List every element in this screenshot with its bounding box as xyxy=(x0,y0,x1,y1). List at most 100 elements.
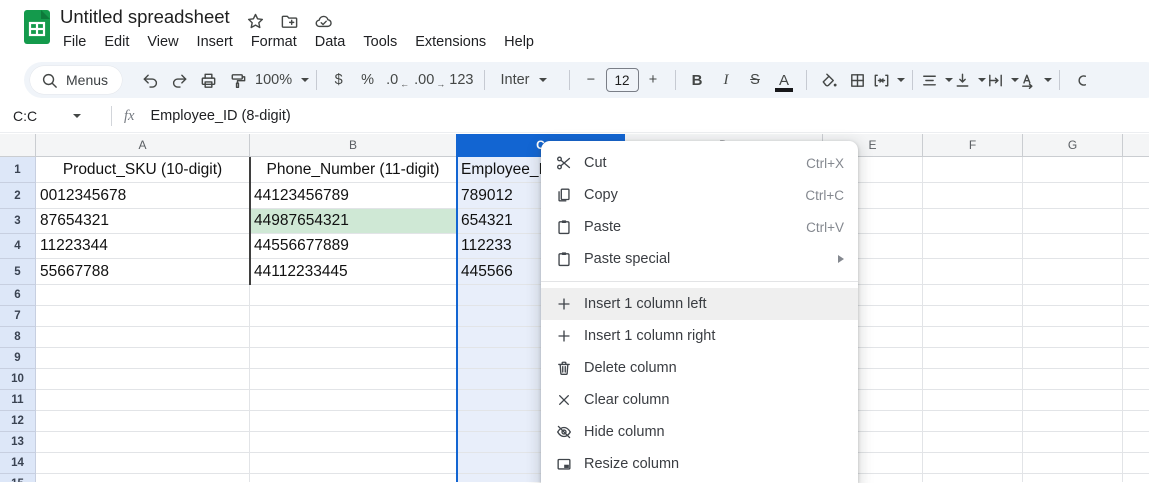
font-size-button[interactable]: 12 xyxy=(606,65,639,95)
cell-G11[interactable] xyxy=(1023,390,1123,411)
cell-A2[interactable]: 0012345678 xyxy=(36,183,250,209)
more-number-formats-button[interactable]: 123 xyxy=(446,65,476,95)
sheets-logo-icon[interactable] xyxy=(24,10,50,44)
cell-B8[interactable] xyxy=(250,327,457,348)
merge-cells-button[interactable] xyxy=(872,65,905,95)
cell-G4[interactable] xyxy=(1023,234,1123,259)
strikethrough-button[interactable]: S xyxy=(741,65,770,95)
context-menu-item-insert-1-column-left[interactable]: Insert 1 column left xyxy=(541,288,858,320)
cell-H5[interactable] xyxy=(1123,259,1149,285)
star-icon[interactable] xyxy=(246,12,265,31)
row-header-3[interactable]: 3 xyxy=(0,209,36,234)
text-wrapping-button[interactable] xyxy=(986,65,1019,95)
cell-F2[interactable] xyxy=(923,183,1023,209)
cell-B1[interactable]: Phone_Number (11-digit) xyxy=(250,157,457,183)
row-header-7[interactable]: 7 xyxy=(0,306,36,327)
cell-B7[interactable] xyxy=(250,306,457,327)
name-box[interactable]: C:C xyxy=(0,108,105,124)
row-header-9[interactable]: 9 xyxy=(0,348,36,369)
format-as-percent-button[interactable]: % xyxy=(353,65,382,95)
cell-F5[interactable] xyxy=(923,259,1023,285)
cell-A9[interactable] xyxy=(36,348,250,369)
vertical-align-button[interactable] xyxy=(953,65,986,95)
row-header-6[interactable]: 6 xyxy=(0,285,36,306)
cell-B2[interactable]: 44123456789 xyxy=(250,183,457,209)
borders-button[interactable] xyxy=(843,65,872,95)
cell-H14[interactable] xyxy=(1123,453,1149,474)
cell-G6[interactable] xyxy=(1023,285,1123,306)
insert-link-button[interactable] xyxy=(1067,65,1096,95)
cell-G12[interactable] xyxy=(1023,411,1123,432)
cell-G3[interactable] xyxy=(1023,209,1123,234)
document-title[interactable]: Untitled spreadsheet xyxy=(60,6,230,28)
cell-G7[interactable] xyxy=(1023,306,1123,327)
cell-H13[interactable] xyxy=(1123,432,1149,453)
cell-A14[interactable] xyxy=(36,453,250,474)
menu-data[interactable]: Data xyxy=(306,32,355,52)
context-menu-item-cut[interactable]: CutCtrl+X xyxy=(541,147,858,179)
font-family-button[interactable]: Inter xyxy=(492,65,562,95)
increase-font-size-button[interactable]: + xyxy=(639,65,668,95)
cell-A13[interactable] xyxy=(36,432,250,453)
cell-F6[interactable] xyxy=(923,285,1023,306)
cell-B3[interactable]: 44987654321 xyxy=(250,209,457,234)
cell-F3[interactable] xyxy=(923,209,1023,234)
italic-button[interactable]: I xyxy=(712,65,741,95)
cell-A3[interactable]: 87654321 xyxy=(36,209,250,234)
menu-format[interactable]: Format xyxy=(242,32,306,52)
cell-F11[interactable] xyxy=(923,390,1023,411)
fill-color-button[interactable] xyxy=(814,65,843,95)
column-header-G[interactable]: G xyxy=(1023,134,1123,157)
cell-B10[interactable] xyxy=(250,369,457,390)
zoom-button[interactable]: 100% xyxy=(252,65,309,95)
menu-tools[interactable]: Tools xyxy=(354,32,406,52)
cell-F8[interactable] xyxy=(923,327,1023,348)
row-header-10[interactable]: 10 xyxy=(0,369,36,390)
format-as-currency-button[interactable]: $ xyxy=(324,65,353,95)
cell-H2[interactable] xyxy=(1123,183,1149,209)
select-all-corner[interactable] xyxy=(0,134,36,157)
cell-F4[interactable] xyxy=(923,234,1023,259)
menu-edit[interactable]: Edit xyxy=(95,32,138,52)
move-folder-icon[interactable] xyxy=(280,12,299,31)
row-header-4[interactable]: 4 xyxy=(0,234,36,259)
context-menu-item-paste[interactable]: PasteCtrl+V xyxy=(541,211,858,243)
cell-F15[interactable] xyxy=(923,474,1023,482)
row-header-14[interactable]: 14 xyxy=(0,453,36,474)
cell-H7[interactable] xyxy=(1123,306,1149,327)
column-header-F[interactable]: F xyxy=(923,134,1023,157)
cell-B5[interactable]: 44112233445 xyxy=(250,259,457,285)
row-header-5[interactable]: 5 xyxy=(0,259,36,285)
cell-H6[interactable] xyxy=(1123,285,1149,306)
cell-F7[interactable] xyxy=(923,306,1023,327)
cell-F10[interactable] xyxy=(923,369,1023,390)
cell-G2[interactable] xyxy=(1023,183,1123,209)
cell-F14[interactable] xyxy=(923,453,1023,474)
menus-search-button[interactable]: Menus xyxy=(30,66,122,94)
column-header-B[interactable]: B xyxy=(250,134,457,157)
row-header-1[interactable]: 1 xyxy=(0,157,36,183)
cell-A10[interactable] xyxy=(36,369,250,390)
undo-button[interactable] xyxy=(136,65,165,95)
text-color-button[interactable]: A xyxy=(770,65,799,95)
cell-A4[interactable]: 11223344 xyxy=(36,234,250,259)
cell-H3[interactable] xyxy=(1123,209,1149,234)
cell-A11[interactable] xyxy=(36,390,250,411)
cell-H8[interactable] xyxy=(1123,327,1149,348)
cell-F12[interactable] xyxy=(923,411,1023,432)
menu-insert[interactable]: Insert xyxy=(188,32,242,52)
context-menu-item-copy[interactable]: CopyCtrl+C xyxy=(541,179,858,211)
cell-B12[interactable] xyxy=(250,411,457,432)
cell-G10[interactable] xyxy=(1023,369,1123,390)
cell-A12[interactable] xyxy=(36,411,250,432)
horizontal-align-button[interactable] xyxy=(920,65,953,95)
cell-G15[interactable] xyxy=(1023,474,1123,482)
cell-G14[interactable] xyxy=(1023,453,1123,474)
context-menu-item-clear-column[interactable]: Clear column xyxy=(541,384,858,416)
cell-B13[interactable] xyxy=(250,432,457,453)
redo-button[interactable] xyxy=(165,65,194,95)
context-menu-item-resize-column[interactable]: Resize column xyxy=(541,448,858,480)
row-header-12[interactable]: 12 xyxy=(0,411,36,432)
context-menu-item-paste-special[interactable]: Paste special xyxy=(541,243,858,275)
row-header-2[interactable]: 2 xyxy=(0,183,36,209)
